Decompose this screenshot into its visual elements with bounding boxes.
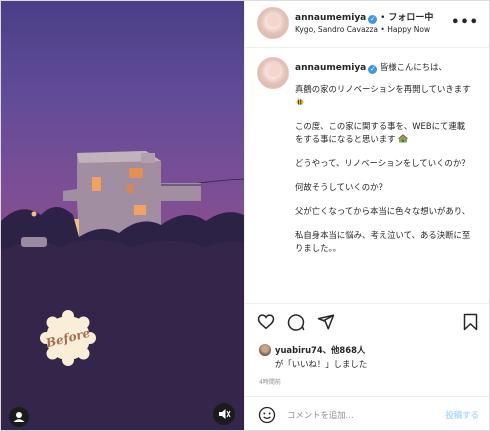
house-emoji-icon [398, 134, 409, 143]
likes-others[interactable]: 、他868人 [323, 345, 366, 355]
share-icon[interactable] [317, 313, 335, 331]
verified-badge-icon: ✓ [368, 15, 378, 24]
caption-first-line: 皆様こんにちは、 [379, 62, 447, 72]
bee-emoji-icon [296, 97, 304, 105]
heart-icon[interactable] [257, 313, 275, 330]
music-info[interactable]: Kygo, Sandro Cavazza • Happy Now [295, 25, 430, 34]
comment-bar: コメントを追加... 投稿する [245, 396, 489, 430]
header-line: annaumemiya ✓ • フォロー中 [295, 10, 433, 24]
post-video[interactable]: Before [1, 1, 244, 430]
post-header: annaumemiya ✓ • フォロー中 Kygo, Sandro Cavazz… [245, 1, 489, 48]
instagram-post: Before annaumemiya ✓ • フォロー中 Kygo, Sandro… [0, 0, 490, 431]
bookmark-icon[interactable] [463, 313, 478, 331]
caption-paragraph: 父が亡くなってから本当に色々な想いがあり、 [295, 206, 471, 216]
likes-suffix: が「いいね！」しました [275, 359, 368, 369]
header-username[interactable]: annaumemiya [295, 13, 366, 23]
follow-button[interactable]: フォロー中 [388, 13, 433, 23]
caption-paragraph: 何故そうしていくのか？ [295, 182, 387, 192]
caption-text: annaumemiya ✓ 皆様こんにちは、 真鶴の家のリノベーションを再開してい… [295, 61, 471, 266]
caption-username[interactable]: annaumemiya [295, 63, 366, 73]
more-options-icon[interactable]: ••• [451, 15, 479, 30]
caption-avatar[interactable] [257, 57, 289, 89]
caption-paragraph: どうやって、リノベーションをしていくのか？ [295, 158, 470, 168]
likes-line: yuabiru74、他868人 [259, 344, 365, 356]
header-separator: • [380, 13, 386, 23]
comment-icon[interactable] [287, 313, 305, 331]
post-details-panel: annaumemiya ✓ • フォロー中 Kygo, Sandro Cavazz… [244, 1, 489, 430]
verified-badge-icon: ✓ [368, 65, 378, 74]
post-timestamp[interactable]: 4時間前 [259, 377, 281, 386]
post-comment-button[interactable]: 投稿する [446, 409, 480, 421]
caption-paragraph: 私自身本当に悩み、考え泣いて、ある決断に至りました。。 [295, 230, 471, 253]
comment-input[interactable]: コメントを追加... [287, 409, 354, 421]
house-photo [1, 151, 244, 430]
liker-avatar[interactable] [259, 344, 271, 356]
caption-paragraph: この度、この家に関する事を、WEBにて連載をする事になると思います [295, 121, 466, 144]
speaker-muted-icon[interactable] [213, 403, 235, 425]
avatar[interactable] [257, 7, 289, 39]
before-sticker: Before [39, 309, 97, 367]
liker-username[interactable]: yuabiru74 [275, 345, 323, 355]
action-bar [245, 303, 489, 338]
caption-section: annaumemiya ✓ 皆様こんにちは、 真鶴の家のリノベーションを再開してい… [245, 47, 489, 303]
emoji-icon[interactable] [258, 406, 276, 424]
user-tag-icon[interactable] [9, 407, 29, 427]
caption-paragraph: 真鶴の家のリノベーションを再開していきます [295, 84, 471, 94]
